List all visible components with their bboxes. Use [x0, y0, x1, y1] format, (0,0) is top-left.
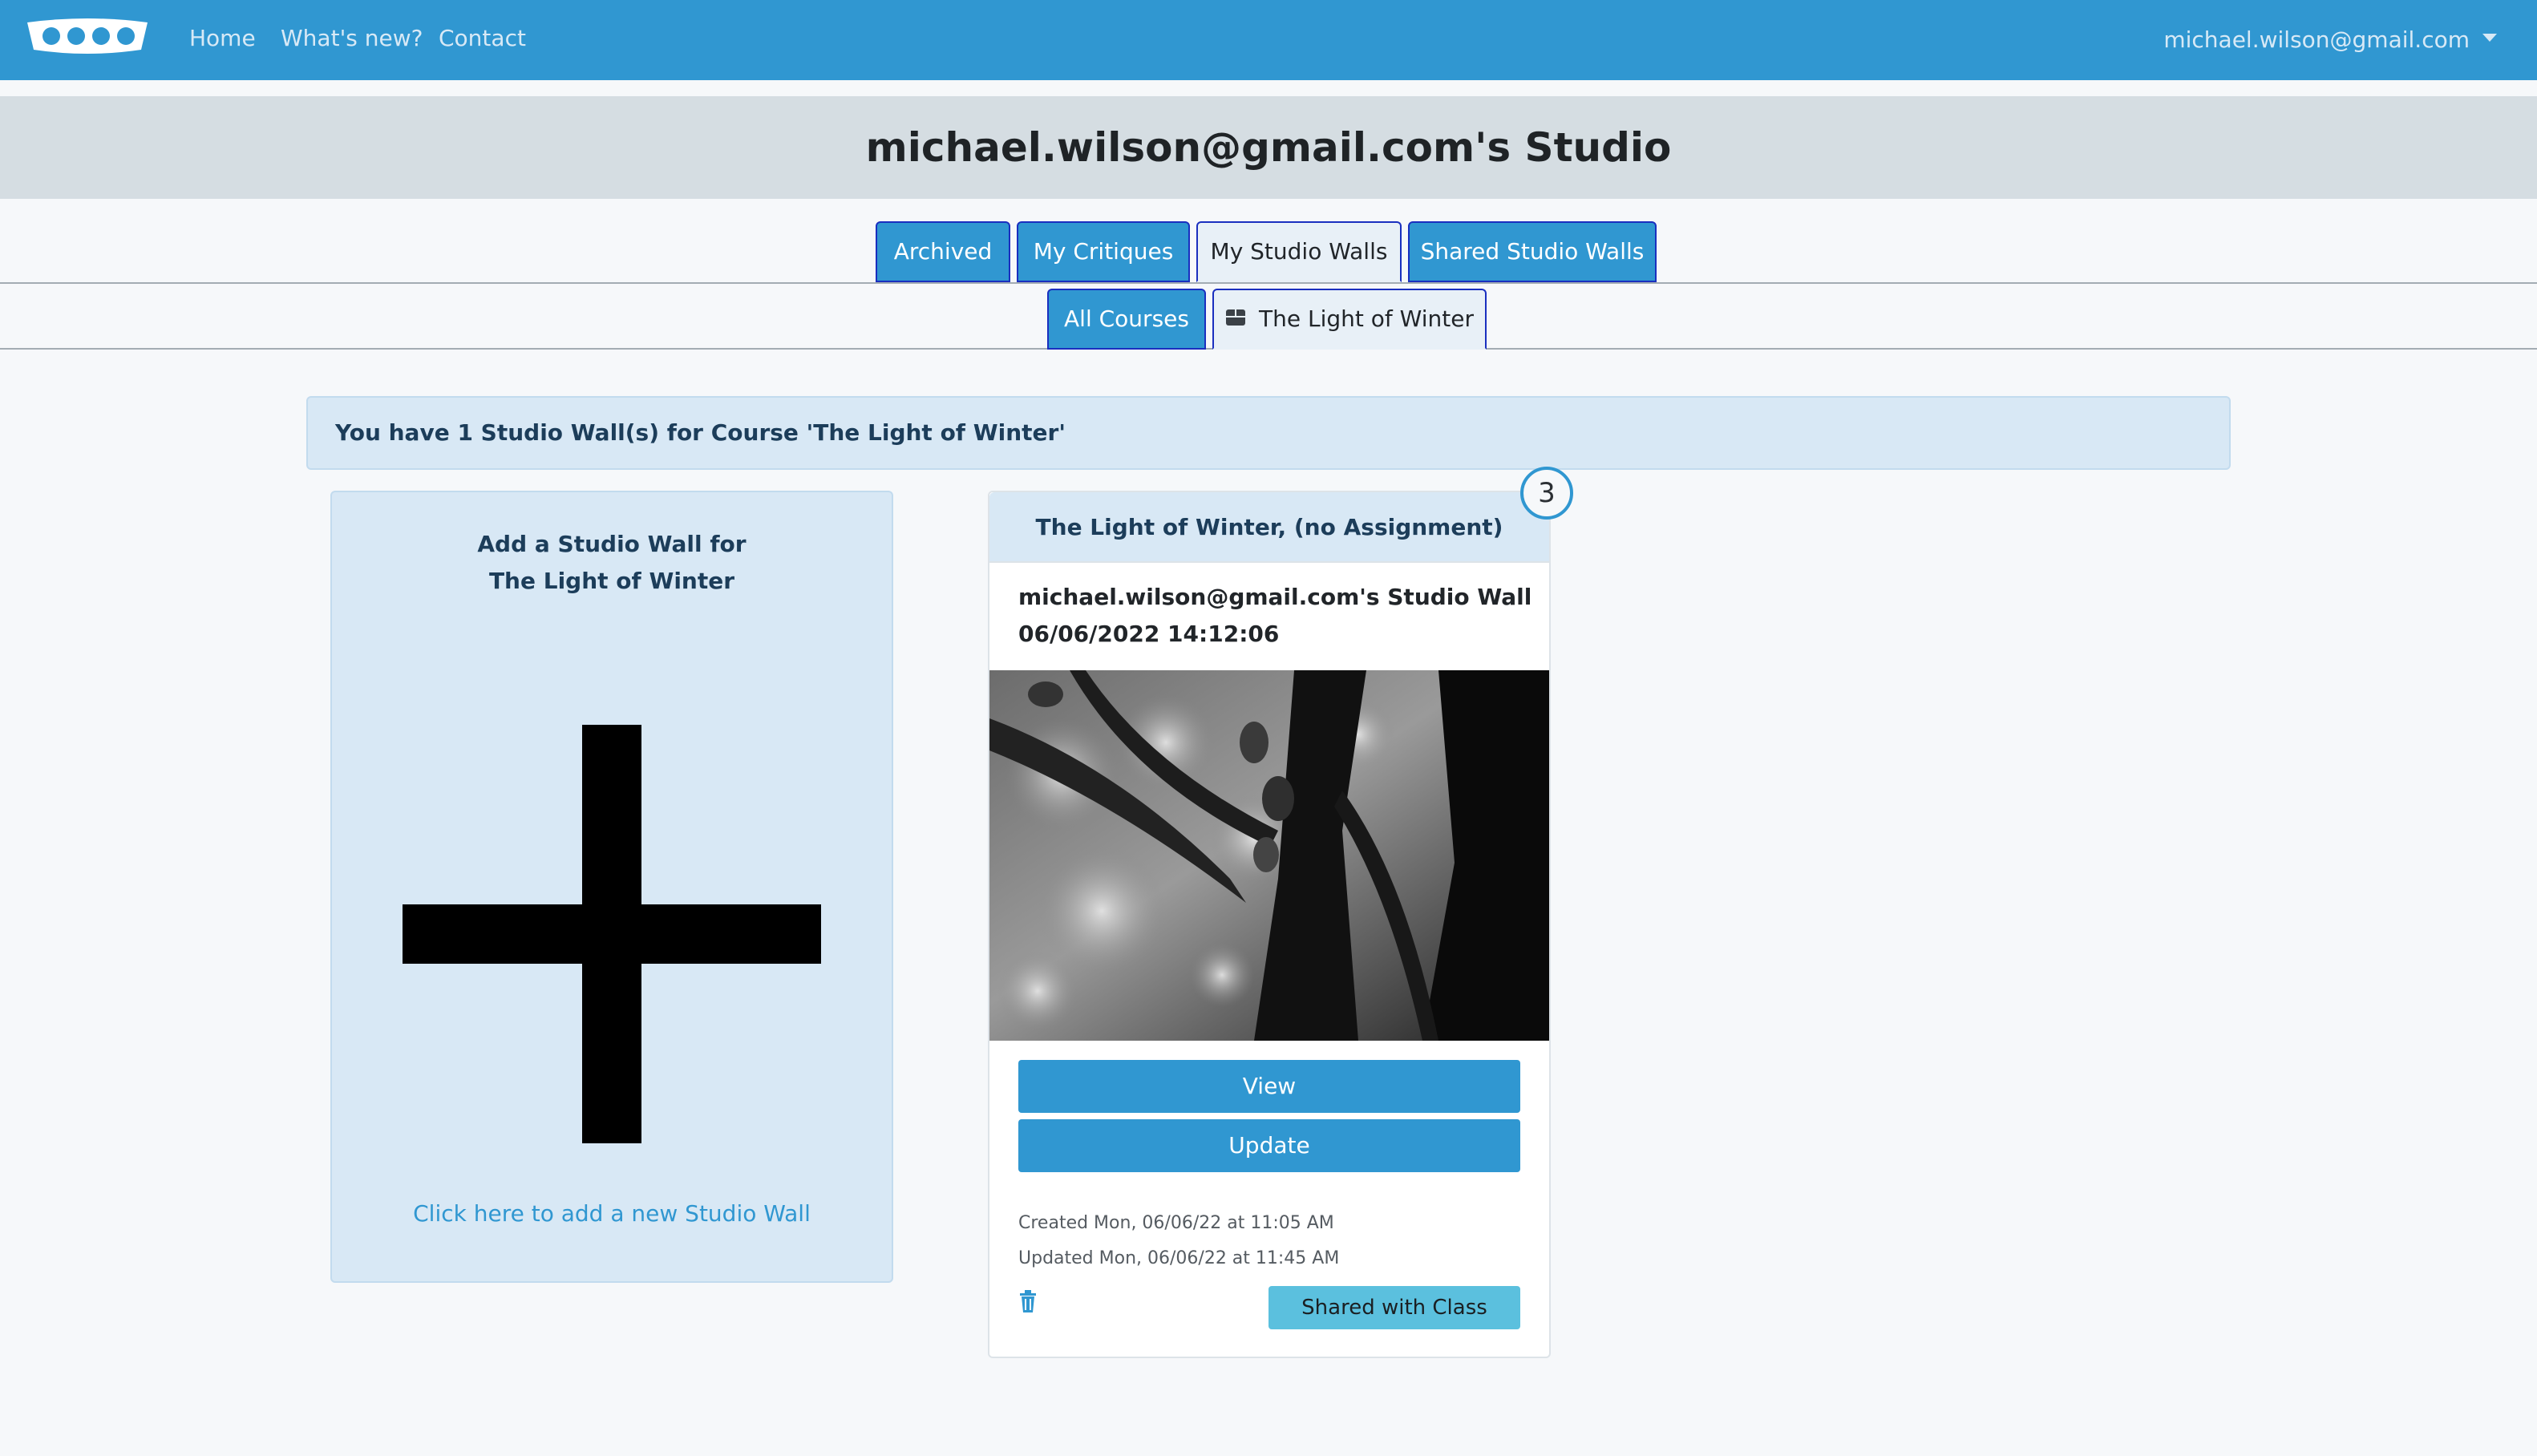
tab-divider: [0, 282, 2537, 284]
update-button[interactable]: Update: [1018, 1119, 1520, 1172]
secondary-tabs: All Courses The Light of Winter: [0, 289, 2537, 351]
tab-all-courses[interactable]: All Courses: [1047, 289, 1206, 350]
tab-archived[interactable]: Archived: [876, 221, 1010, 282]
created-timestamp: Created Mon, 06/06/22 at 11:05 AM: [1018, 1213, 1334, 1233]
add-card-title: Add a Studio Wall for The Light of Winte…: [332, 526, 892, 600]
course-icon: [1226, 309, 1246, 326]
add-studio-wall-link[interactable]: Click here to add a new Studio Wall: [332, 1198, 892, 1230]
tab-my-critiques[interactable]: My Critiques: [1017, 221, 1190, 282]
tab-my-studio-walls[interactable]: My Studio Walls: [1196, 221, 1402, 282]
caret-down-icon: [2482, 34, 2497, 42]
shared-with-class-badge: Shared with Class: [1268, 1286, 1520, 1329]
view-button[interactable]: View: [1018, 1060, 1520, 1113]
wall-thumbnail-image[interactable]: [989, 670, 1549, 1041]
critique-count-badge: 3: [1520, 467, 1573, 520]
trash-icon[interactable]: [1018, 1289, 1038, 1313]
add-card-title-line2: The Light of Winter: [488, 568, 735, 594]
studio-header: michael.wilson@gmail.com's Studio: [0, 96, 2537, 199]
wall-date: 06/06/2022 14:12:06: [1018, 621, 1280, 647]
top-navbar: Home What's new? Contact michael.wilson@…: [0, 0, 2537, 80]
plus-icon-bar[interactable]: [403, 904, 821, 964]
user-menu[interactable]: michael.wilson@gmail.com: [2163, 24, 2497, 56]
nav-contact-link[interactable]: Contact: [439, 22, 526, 55]
tab-course-label: The Light of Winter: [1259, 305, 1474, 332]
studio-wall-count-alert: You have 1 Studio Wall(s) for Course 'Th…: [306, 396, 2231, 470]
page-title: michael.wilson@gmail.com's Studio: [865, 124, 1672, 171]
tab-the-light-of-winter[interactable]: The Light of Winter: [1212, 289, 1487, 350]
add-studio-wall-card[interactable]: Add a Studio Wall for The Light of Winte…: [330, 491, 893, 1283]
studio-wall-card: The Light of Winter, (no Assignment) mic…: [988, 491, 1551, 1358]
add-card-title-line1: Add a Studio Wall for: [477, 531, 747, 557]
tab-shared-studio-walls[interactable]: Shared Studio Walls: [1408, 221, 1657, 282]
wall-owner: michael.wilson@gmail.com's Studio Wall: [1018, 584, 1532, 610]
nav-home-link[interactable]: Home: [189, 22, 256, 55]
updated-timestamp: Updated Mon, 06/06/22 at 11:45 AM: [1018, 1248, 1340, 1268]
user-email: michael.wilson@gmail.com: [2163, 26, 2470, 53]
logo[interactable]: [19, 14, 156, 58]
primary-tabs: Archived My Critiques My Studio Walls Sh…: [0, 221, 2537, 284]
nav-whats-new-link[interactable]: What's new?: [281, 22, 423, 55]
wall-card-header: The Light of Winter, (no Assignment): [989, 492, 1549, 563]
